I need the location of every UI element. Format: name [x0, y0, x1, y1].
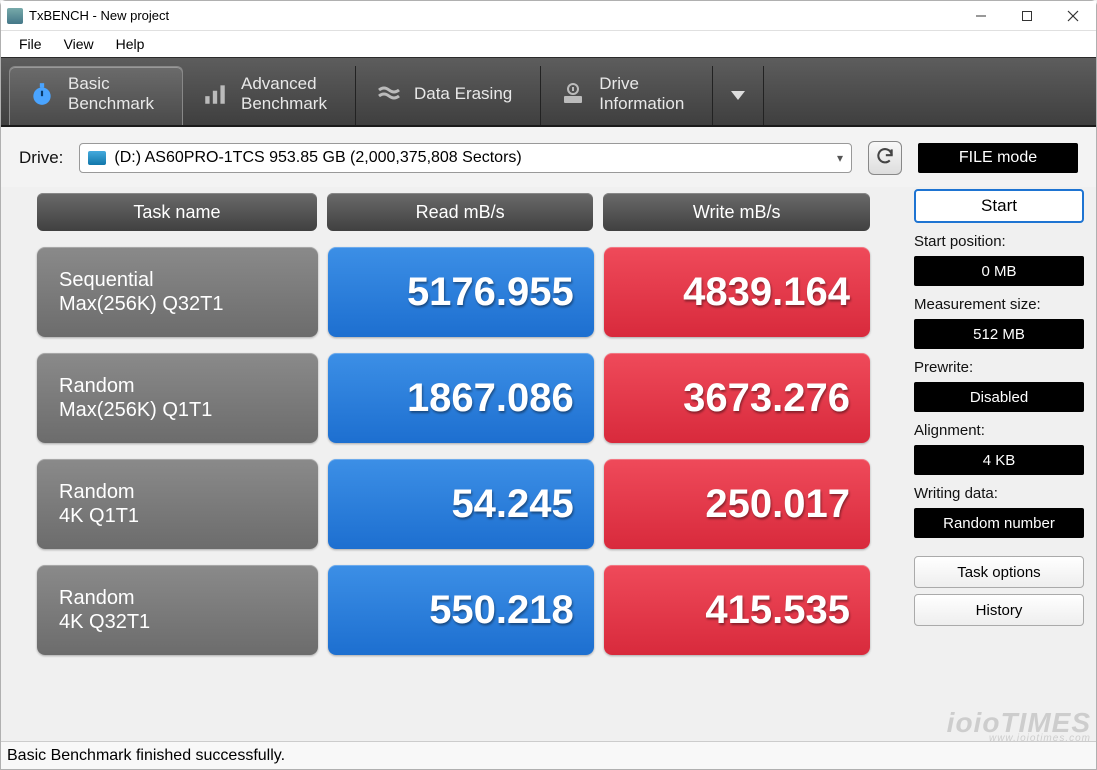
prewrite-label: Prewrite:: [914, 359, 1084, 376]
disk-icon: [88, 151, 106, 165]
task-options-button[interactable]: Task options: [914, 556, 1084, 588]
file-mode-button[interactable]: FILE mode: [918, 143, 1078, 173]
bars-icon: [201, 80, 229, 108]
alignment-value[interactable]: 4 KB: [914, 445, 1084, 475]
write-value: 415.535: [604, 565, 870, 655]
tab-data-erasing[interactable]: Data Erasing: [356, 66, 541, 125]
menu-file[interactable]: File: [9, 34, 52, 54]
drive-row: Drive: (D:) AS60PRO-1TCS 953.85 GB (2,00…: [1, 127, 1096, 187]
minimize-button[interactable]: [958, 1, 1004, 31]
header-read: Read mB/s: [327, 193, 594, 231]
write-value: 3673.276: [604, 353, 870, 443]
history-button[interactable]: History: [914, 594, 1084, 626]
status-bar: Basic Benchmark finished successfully.: [1, 741, 1096, 769]
task-name[interactable]: Random 4K Q1T1: [37, 459, 318, 549]
read-value: 5176.955: [328, 247, 594, 337]
menu-view[interactable]: View: [54, 34, 104, 54]
maximize-button[interactable]: [1004, 1, 1050, 31]
drive-select-value: (D:) AS60PRO-1TCS 953.85 GB (2,000,375,8…: [114, 149, 521, 167]
result-row: Sequential Max(256K) Q32T1 5176.955 4839…: [37, 247, 870, 337]
side-column: Start Start position: 0 MB Measurement s…: [914, 187, 1084, 735]
window-title: TxBENCH - New project: [29, 8, 169, 23]
results-table: Task name Read mB/s Write mB/s Sequentia…: [13, 187, 894, 735]
tab-drive-information[interactable]: Drive Information: [541, 66, 713, 125]
close-button[interactable]: [1050, 1, 1096, 31]
tab-label: Drive Information: [599, 74, 684, 113]
app-icon: [7, 8, 23, 24]
drive-label: Drive:: [19, 148, 63, 168]
read-value: 54.245: [328, 459, 594, 549]
read-value: 1867.086: [328, 353, 594, 443]
task-name[interactable]: Random Max(256K) Q1T1: [37, 353, 318, 443]
tab-label: Basic Benchmark: [68, 74, 154, 113]
result-row: Random 4K Q32T1 550.218 415.535: [37, 565, 870, 655]
tab-dropdown[interactable]: [713, 66, 764, 125]
tab-advanced-benchmark[interactable]: Advanced Benchmark: [183, 66, 356, 125]
writing-data-value[interactable]: Random number: [914, 508, 1084, 538]
tab-label: Data Erasing: [414, 84, 512, 104]
prewrite-value[interactable]: Disabled: [914, 382, 1084, 412]
menu-help[interactable]: Help: [106, 34, 155, 54]
write-value: 250.017: [604, 459, 870, 549]
erase-icon: [374, 80, 402, 108]
task-name[interactable]: Random 4K Q32T1: [37, 565, 318, 655]
start-position-value[interactable]: 0 MB: [914, 256, 1084, 286]
refresh-button[interactable]: [868, 141, 902, 175]
measurement-size-value[interactable]: 512 MB: [914, 319, 1084, 349]
status-text: Basic Benchmark finished successfully.: [7, 747, 285, 765]
header-task: Task name: [37, 193, 317, 231]
menu-bar: File View Help: [1, 31, 1096, 57]
tab-strip: Basic Benchmark Advanced Benchmark Data …: [1, 57, 1096, 127]
alignment-label: Alignment:: [914, 422, 1084, 439]
main-body: Task name Read mB/s Write mB/s Sequentia…: [1, 187, 1096, 741]
drive-info-icon: [559, 80, 587, 108]
stopwatch-icon: [28, 80, 56, 108]
window-titlebar: TxBENCH - New project: [1, 1, 1096, 31]
result-row: Random 4K Q1T1 54.245 250.017: [37, 459, 870, 549]
task-name[interactable]: Sequential Max(256K) Q32T1: [37, 247, 318, 337]
read-value: 550.218: [328, 565, 594, 655]
start-position-label: Start position:: [914, 233, 1084, 250]
result-row: Random Max(256K) Q1T1 1867.086 3673.276: [37, 353, 870, 443]
tab-label: Advanced Benchmark: [241, 74, 327, 113]
write-value: 4839.164: [604, 247, 870, 337]
header-write: Write mB/s: [603, 193, 870, 231]
tab-basic-benchmark[interactable]: Basic Benchmark: [9, 66, 183, 125]
measurement-size-label: Measurement size:: [914, 296, 1084, 313]
refresh-icon: [875, 146, 895, 171]
chevron-down-icon: [731, 86, 745, 106]
writing-data-label: Writing data:: [914, 485, 1084, 502]
start-button[interactable]: Start: [914, 189, 1084, 223]
results-header: Task name Read mB/s Write mB/s: [37, 193, 870, 231]
chevron-down-icon: ▾: [837, 151, 843, 165]
drive-select[interactable]: (D:) AS60PRO-1TCS 953.85 GB (2,000,375,8…: [79, 143, 852, 173]
